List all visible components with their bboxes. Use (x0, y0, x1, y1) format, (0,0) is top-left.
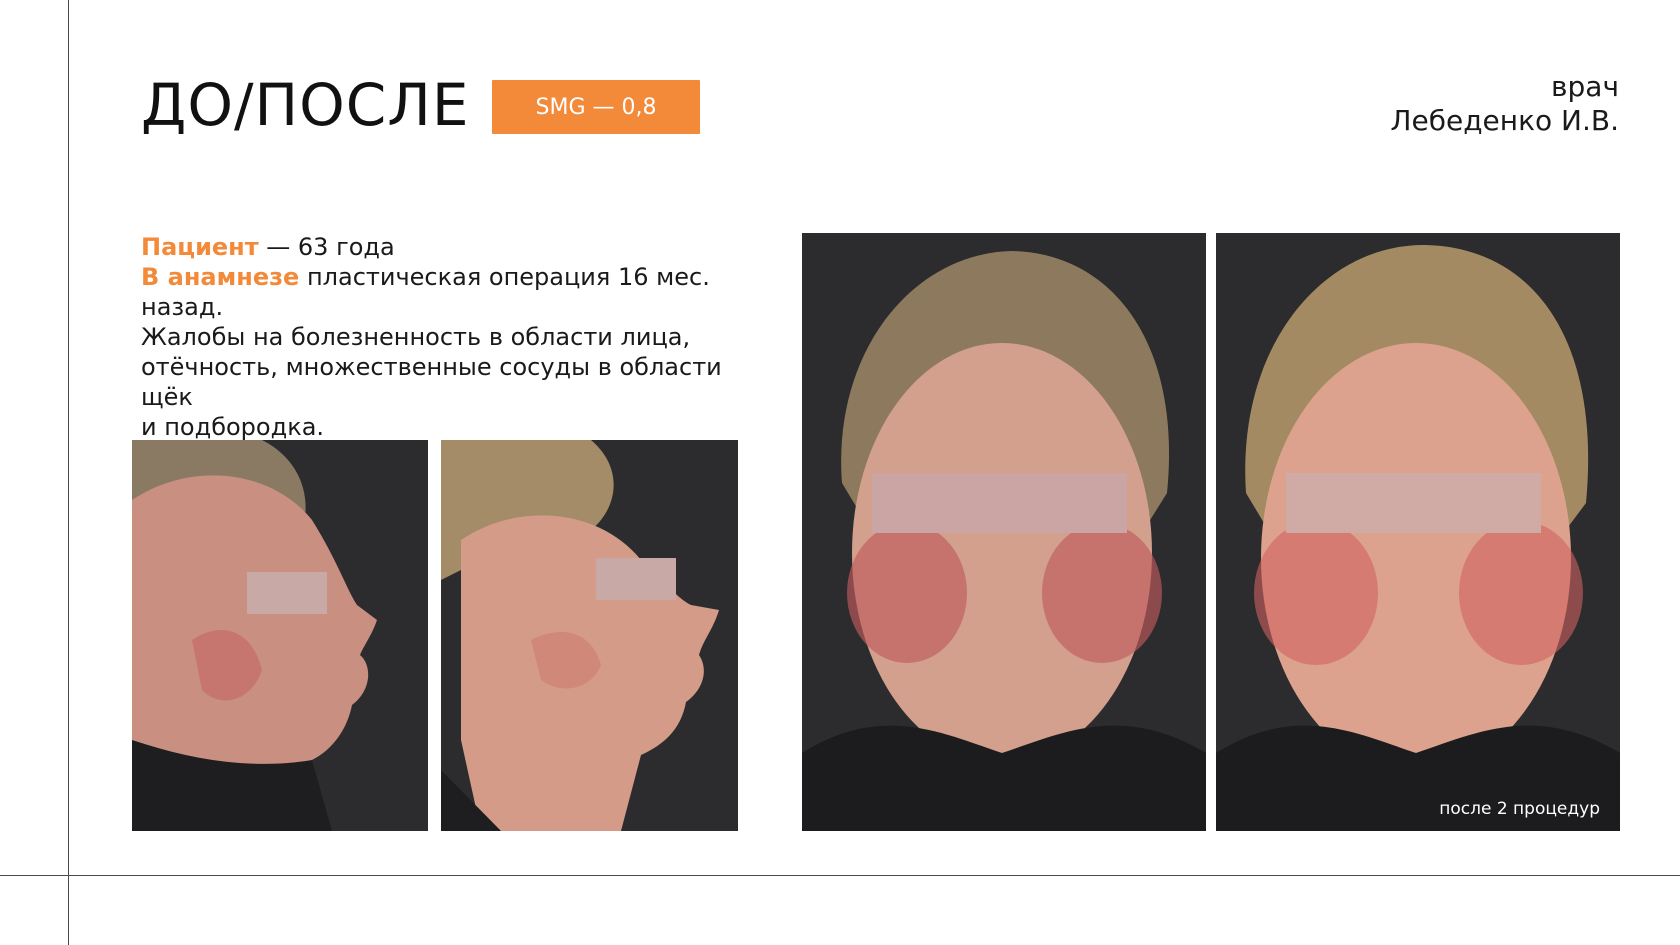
history-label: В анамнезе (141, 263, 300, 291)
front-photo-after: после 2 процедур (1216, 233, 1620, 831)
face-front-before-image (802, 233, 1206, 831)
horizontal-guide-line (0, 875, 1680, 876)
history-line-2: Жалобы на болезненность в области лица, (141, 323, 691, 351)
procedure-badge: SMG — 0,8 (492, 80, 700, 134)
patient-description: Пациент — 63 года В анамнезе пластическа… (141, 232, 781, 442)
doctor-role: врач (1551, 70, 1619, 103)
profile-photo-before (132, 440, 428, 831)
doctor-name: Лебеденко И.В. (1390, 104, 1619, 137)
doctor-info: врач Лебеденко И.В. (1390, 70, 1619, 138)
patient-label: Пациент (141, 233, 259, 261)
face-profile-left-image (132, 440, 428, 831)
profile-photo-after (441, 440, 738, 831)
face-profile-right-image (441, 440, 738, 831)
after-caption: после 2 процедур (1439, 799, 1600, 819)
page-title: ДО/ПОСЛЕ (141, 71, 470, 139)
face-front-after-image (1216, 233, 1620, 831)
history-line-3: отёчность, множественные сосуды в област… (141, 353, 722, 411)
patient-age: — 63 года (258, 233, 395, 261)
front-photo-before (802, 233, 1206, 831)
history-line-4: и подбородка. (141, 413, 325, 441)
vertical-guide-line (68, 0, 69, 945)
